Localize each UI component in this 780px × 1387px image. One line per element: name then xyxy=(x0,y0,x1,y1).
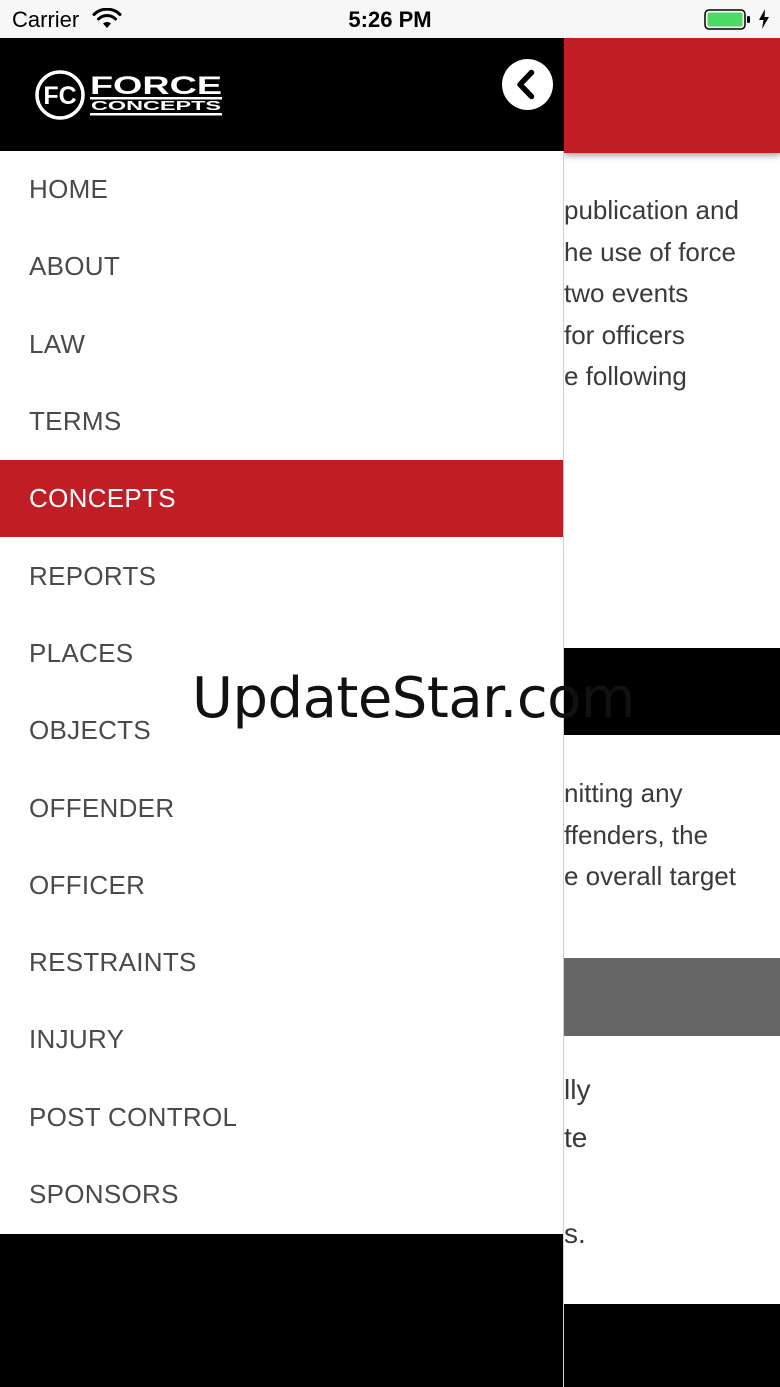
svg-text:CONCEPTS: CONCEPTS xyxy=(91,98,222,113)
menu-item-reports[interactable]: REPORTS xyxy=(0,537,563,614)
close-menu-button[interactable] xyxy=(502,59,553,110)
charging-icon xyxy=(759,9,769,29)
menu-item-officer[interactable]: OFFICER xyxy=(0,847,563,924)
menu-item-offender[interactable]: OFFENDER xyxy=(0,769,563,846)
menu-item-injury[interactable]: INJURY xyxy=(0,1001,563,1078)
background-paragraph-1: publication and he use of force two even… xyxy=(564,195,739,391)
status-time: 5:26 PM xyxy=(348,7,432,32)
menu-item-sponsors[interactable]: SPONSORS xyxy=(0,1156,563,1233)
background-paragraph-3: lly te s. xyxy=(564,1074,591,1249)
svg-text:FORCE: FORCE xyxy=(90,72,222,100)
background-paragraph-2: nitting any ffenders, the e overall targ… xyxy=(564,778,736,891)
menu-item-concepts[interactable]: CONCEPTS xyxy=(0,460,563,538)
status-bar: Carrier 5:26 PM xyxy=(0,0,780,38)
battery-icon xyxy=(704,9,750,30)
menu-item-home[interactable]: HOME xyxy=(0,151,563,228)
menu-item-restraints[interactable]: RESTRAINTS xyxy=(0,924,563,1001)
background-footer xyxy=(564,1304,780,1387)
background-gray-band xyxy=(564,958,780,1036)
drawer-header: FC FORCE CONCEPTS xyxy=(0,38,564,151)
svg-text:FC: FC xyxy=(43,82,76,110)
chevron-left-icon xyxy=(517,69,535,100)
menu-item-post-control[interactable]: POST CONTROL xyxy=(0,1079,563,1156)
menu-item-terms[interactable]: TERMS xyxy=(0,383,563,460)
menu-item-law[interactable]: LAW xyxy=(0,306,563,383)
background-header-bar xyxy=(564,38,780,153)
menu-item-about[interactable]: ABOUT xyxy=(0,228,563,305)
watermark: UpdateStar.com xyxy=(192,666,635,731)
force-concepts-logo: FC FORCE CONCEPTS xyxy=(35,70,222,120)
